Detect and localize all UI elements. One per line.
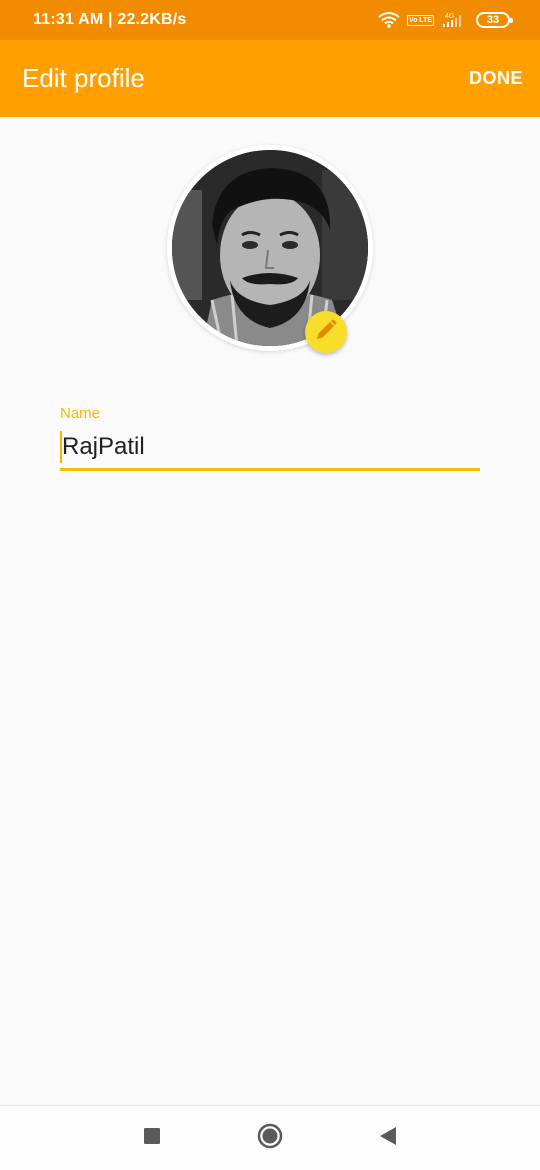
name-input-row [60,425,480,471]
svg-text:4G: 4G [445,13,454,20]
name-label: Name [60,405,101,422]
done-button[interactable]: DONE [469,68,523,89]
volte-icon: Vo LTE [406,14,434,26]
navigation-bar [0,1105,540,1170]
page-title: Edit profile [22,63,145,93]
triangle-back-icon [379,1126,397,1151]
pencil-icon [314,318,338,347]
square-icon [143,1127,161,1150]
recents-button[interactable] [132,1118,172,1158]
battery-icon: 33 [476,12,513,28]
signal-icon: 4G [441,11,469,29]
name-input[interactable] [62,432,462,461]
name-field: Name [60,405,480,471]
status-time-speed: 11:31 AM | 22.2KB/s [33,11,187,28]
back-button[interactable] [368,1118,408,1158]
avatar-container [167,145,373,353]
circle-icon [257,1123,283,1154]
status-icons: Vo LTE 4G 33 [378,11,513,29]
wifi-icon [378,12,400,28]
edit-photo-button[interactable] [305,311,347,353]
home-button[interactable] [250,1118,290,1158]
app-bar: Edit profile DONE [0,40,540,117]
status-bar: 11:31 AM | 22.2KB/s Vo LTE 4G 33 [0,0,540,40]
